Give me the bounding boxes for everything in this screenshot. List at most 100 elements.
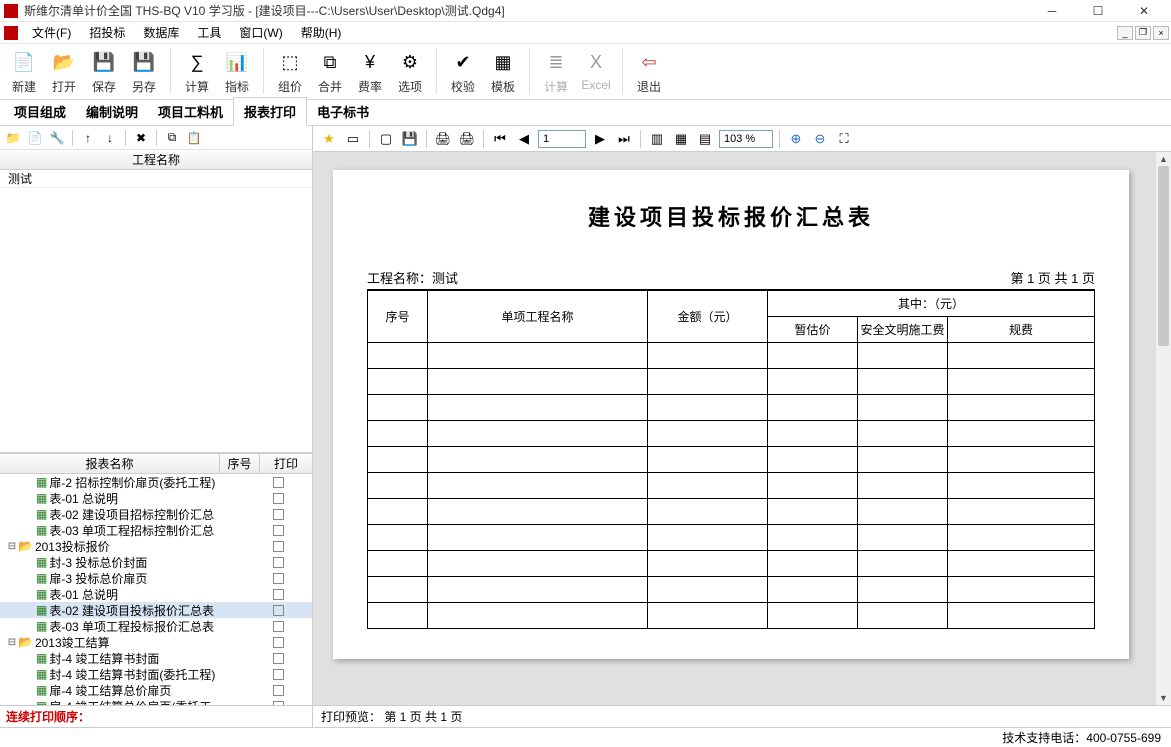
scroll-thumb[interactable] bbox=[1158, 166, 1169, 346]
left-bottom: 报表名称 序号 打印 ▦扉-2 招标控制价扉页(委托工程)▦表-01 总说明▦表… bbox=[0, 454, 312, 727]
mdi-minimize[interactable]: _ bbox=[1117, 26, 1133, 40]
print-icon[interactable]: 🖨 bbox=[433, 129, 453, 149]
mdi-close[interactable]: × bbox=[1153, 26, 1169, 40]
mdi-restore[interactable]: ❐ bbox=[1135, 26, 1151, 40]
zoom-in-icon[interactable]: ⊕ bbox=[786, 129, 806, 149]
mt-up-icon[interactable]: ↑ bbox=[79, 129, 97, 147]
tree-node[interactable]: ▦表-01 总说明 bbox=[0, 586, 312, 602]
print-checkbox[interactable] bbox=[273, 573, 284, 584]
tab-description[interactable]: 编制说明 bbox=[76, 98, 148, 125]
print-checkbox[interactable] bbox=[273, 637, 284, 648]
print-checkbox[interactable] bbox=[273, 605, 284, 616]
print-checkbox[interactable] bbox=[273, 653, 284, 664]
preview-scrollbar[interactable]: ▲ ▼ bbox=[1155, 152, 1171, 705]
next-page-icon[interactable]: ▶ bbox=[590, 129, 610, 149]
minimize-button[interactable]: ─ bbox=[1029, 0, 1075, 22]
toggle-icon[interactable]: ⊟ bbox=[6, 637, 18, 648]
open-button[interactable]: 📂打开 bbox=[44, 46, 84, 98]
verify-button[interactable]: ✔校验 bbox=[443, 46, 483, 98]
tree-node[interactable]: ▦扉-4 竣工结算总价扉页 bbox=[0, 682, 312, 698]
tree-node[interactable]: ▦表-03 单项工程招标控制价汇总 bbox=[0, 522, 312, 538]
tab-report-print[interactable]: 报表打印 bbox=[233, 97, 307, 126]
tree-node[interactable]: ▦封-4 竣工结算书封面(委托工程) bbox=[0, 666, 312, 682]
fit-width-icon[interactable]: ▥ bbox=[647, 129, 667, 149]
mt-tool-icon[interactable]: 🔧 bbox=[48, 129, 66, 147]
preview-area[interactable]: 建设项目投标报价汇总表 工程名称：测试 第 1 页 共 1 页 序号 单项工程名… bbox=[313, 152, 1171, 705]
tree-node[interactable]: ▦表-03 单项工程投标报价汇总表 bbox=[0, 618, 312, 634]
fullscreen-icon[interactable]: ⛶ bbox=[834, 129, 854, 149]
jisuan-button[interactable]: ≣计算 bbox=[536, 46, 576, 98]
proj-grid-row[interactable]: 测试 bbox=[0, 170, 312, 188]
multi-page-icon[interactable]: ▤ bbox=[695, 129, 715, 149]
exit-button[interactable]: ⇦退出 bbox=[629, 46, 669, 98]
tree-node[interactable]: ▦扉-4 竣工结算总价扉页(委托工 bbox=[0, 698, 312, 705]
tree-node[interactable]: ▦封-3 投标总价封面 bbox=[0, 554, 312, 570]
close-button[interactable]: ✕ bbox=[1121, 0, 1167, 22]
menu-file[interactable]: 文件(F) bbox=[24, 22, 81, 43]
excel-button[interactable]: XExcel bbox=[576, 46, 616, 98]
menu-window[interactable]: 窗口(W) bbox=[231, 22, 292, 43]
maximize-button[interactable]: ☐ bbox=[1075, 0, 1121, 22]
new-button[interactable]: 📄新建 bbox=[4, 46, 44, 98]
tree-node[interactable]: ▦表-02 建设项目招标控制价汇总 bbox=[0, 506, 312, 522]
menu-tool[interactable]: 工具 bbox=[189, 22, 231, 43]
print-checkbox[interactable] bbox=[273, 557, 284, 568]
mt-paste-icon[interactable]: 📋 bbox=[185, 129, 203, 147]
report-tree[interactable]: ▦扉-2 招标控制价扉页(委托工程)▦表-01 总说明▦表-02 建设项目招标控… bbox=[0, 474, 312, 705]
mt-down-icon[interactable]: ↓ bbox=[101, 129, 119, 147]
menu-help[interactable]: 帮助(H) bbox=[293, 22, 352, 43]
page-icon[interactable]: ▢ bbox=[376, 129, 396, 149]
last-page-icon[interactable]: ⏭ bbox=[614, 129, 634, 149]
content: 📁 📄 🔧 ↑ ↓ ✖ ⧉ 📋 工程名称 测试 报表名称 序号 打印 ▦扉-2 bbox=[0, 126, 1171, 727]
page-number-input[interactable] bbox=[538, 130, 586, 148]
prev-page-icon[interactable]: ◀ bbox=[514, 129, 534, 149]
tab-material[interactable]: 项目工料机 bbox=[148, 98, 233, 125]
tree-node[interactable]: ▦扉-3 投标总价扉页 bbox=[0, 570, 312, 586]
tree-node[interactable]: ⊟📂2013投标报价 bbox=[0, 538, 312, 554]
mt-folder-icon[interactable]: 📁 bbox=[4, 129, 22, 147]
tree-node[interactable]: ▦表-02 建设项目投标报价汇总表 bbox=[0, 602, 312, 618]
print-checkbox[interactable] bbox=[273, 493, 284, 504]
tree-node[interactable]: ▦扉-2 招标控制价扉页(委托工程) bbox=[0, 474, 312, 490]
mt-copy-icon[interactable]: ⧉ bbox=[163, 129, 181, 147]
print2-icon[interactable]: 🖨 bbox=[457, 129, 477, 149]
print-checkbox[interactable] bbox=[273, 621, 284, 632]
mt-doc-icon[interactable]: 📄 bbox=[26, 129, 44, 147]
print-checkbox[interactable] bbox=[273, 589, 284, 600]
metric-button[interactable]: 📊指标 bbox=[217, 46, 257, 98]
print-checkbox[interactable] bbox=[273, 685, 284, 696]
zoom-out-icon[interactable]: ⊖ bbox=[810, 129, 830, 149]
save-button[interactable]: 💾保存 bbox=[84, 46, 124, 98]
fit-page-icon[interactable]: ▦ bbox=[671, 129, 691, 149]
scroll-up-icon[interactable]: ▲ bbox=[1156, 152, 1171, 166]
unitprice-button[interactable]: ⬚组价 bbox=[270, 46, 310, 98]
calc-button[interactable]: ∑计算 bbox=[177, 46, 217, 98]
print-checkbox[interactable] bbox=[273, 509, 284, 520]
zoom-select[interactable]: 103 % bbox=[719, 130, 773, 148]
rate-button[interactable]: ¥费率 bbox=[350, 46, 390, 98]
scroll-down-icon[interactable]: ▼ bbox=[1156, 691, 1171, 705]
mt-delete-icon[interactable]: ✖ bbox=[132, 129, 150, 147]
print-checkbox[interactable] bbox=[273, 477, 284, 488]
book-icon[interactable]: ▭ bbox=[343, 129, 363, 149]
tree-node[interactable]: ⊟📂2013竣工结算 bbox=[0, 634, 312, 650]
menu-db[interactable]: 数据库 bbox=[135, 22, 189, 43]
tab-ebid[interactable]: 电子标书 bbox=[307, 98, 379, 125]
first-page-icon[interactable]: ⏮ bbox=[490, 129, 510, 149]
merge-button[interactable]: ⧉合并 bbox=[310, 46, 350, 98]
tree-node[interactable]: ▦封-4 竣工结算书封面 bbox=[0, 650, 312, 666]
menu-bid[interactable]: 招投标 bbox=[81, 22, 135, 43]
save2-icon[interactable]: 💾 bbox=[400, 129, 420, 149]
print-checkbox[interactable] bbox=[273, 541, 284, 552]
saveas-button[interactable]: 💾另存 bbox=[124, 46, 164, 98]
star-icon[interactable]: ★ bbox=[319, 129, 339, 149]
print-checkbox[interactable] bbox=[273, 525, 284, 536]
tpl-button[interactable]: ▦模板 bbox=[483, 46, 523, 98]
tree-node[interactable]: ▦表-01 总说明 bbox=[0, 490, 312, 506]
tree-label: 表-03 单项工程投标报价汇总表 bbox=[49, 618, 214, 635]
tab-composition[interactable]: 项目组成 bbox=[4, 98, 76, 125]
toggle-icon[interactable]: ⊟ bbox=[6, 541, 18, 552]
print-checkbox[interactable] bbox=[273, 669, 284, 680]
preview-toolbar: ★ ▭ ▢ 💾 🖨 🖨 ⏮ ◀ ▶ ⏭ ▥ ▦ ▤ 103 % ⊕ ⊖ ⛶ bbox=[313, 126, 1171, 152]
option-button[interactable]: ⚙选项 bbox=[390, 46, 430, 98]
